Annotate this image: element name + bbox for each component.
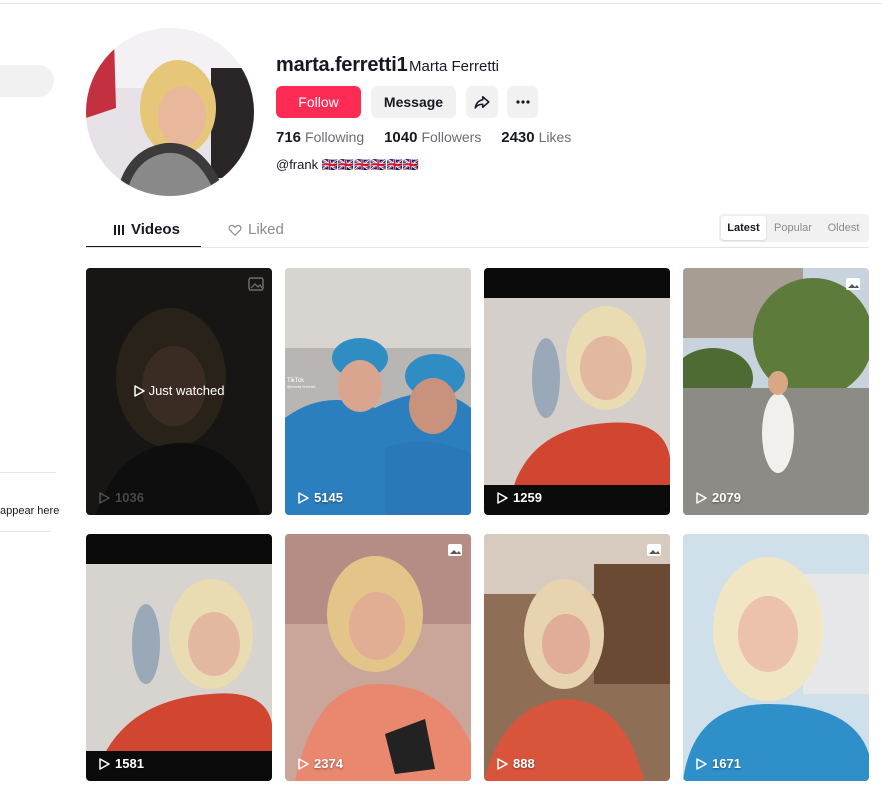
video-thumbnail [484, 268, 670, 515]
share-icon [474, 96, 490, 109]
view-count: 2374 [298, 756, 343, 771]
message-button[interactable]: Message [371, 86, 456, 118]
view-count-value: 2079 [712, 490, 741, 505]
share-button[interactable] [466, 86, 498, 118]
sort-oldest-button[interactable]: Oldest [820, 216, 867, 240]
liked-icon [228, 224, 242, 236]
video-card[interactable]: Just watched 1036 [86, 268, 272, 515]
view-count-value: 5145 [314, 490, 343, 505]
sidebar-divider [0, 531, 50, 532]
view-count-value: 1581 [115, 756, 144, 771]
profile-nickname: Marta Ferretti [409, 58, 500, 75]
tab-liked-label: Liked [248, 221, 284, 238]
profile-bio: @frank 🇬🇧🇬🇧🇬🇧🇬🇧🇬🇧🇬🇧 [276, 157, 419, 172]
view-count-value: 1259 [513, 490, 542, 505]
following-count: 716 [276, 129, 302, 146]
view-count: 2079 [696, 490, 741, 505]
likes-label: Likes [538, 129, 572, 145]
sort-latest-button[interactable]: Latest [721, 216, 766, 240]
play-icon [99, 757, 110, 770]
view-count: 1671 [696, 756, 741, 771]
video-thumbnail [683, 534, 869, 781]
sidebar-search-pill[interactable] [0, 65, 54, 97]
view-count: 1036 [99, 490, 144, 505]
just-watched-label: Just watched [148, 383, 225, 398]
tabs-divider [86, 247, 869, 248]
view-count-value: 1671 [712, 756, 741, 771]
profile-username: marta.ferretti1 [276, 54, 408, 76]
avatar[interactable] [86, 28, 254, 196]
more-icon [515, 100, 530, 104]
video-card[interactable]: 1581 [86, 534, 272, 781]
tiktok-watermark: TikTok @marta.ferretti1 [287, 378, 327, 389]
play-icon [696, 757, 707, 770]
tab-liked[interactable]: Liked [228, 221, 284, 238]
play-icon [298, 757, 309, 770]
video-card[interactable]: 2079 [683, 268, 869, 515]
more-options-button[interactable] [507, 86, 538, 118]
followers-label[interactable]: Followers [421, 129, 481, 145]
video-thumbnail [86, 534, 272, 781]
watermark-handle: @marta.ferretti1 [287, 384, 316, 389]
profile-stats: 716 Following 1040 Followers 2430 Likes [276, 129, 587, 146]
following-label[interactable]: Following [305, 129, 364, 145]
photo-icon [846, 278, 860, 290]
video-card[interactable]: 888 [484, 534, 670, 781]
play-icon [298, 491, 309, 504]
likes-count: 2430 [501, 129, 535, 146]
play-icon [133, 384, 145, 397]
sidebar-divider [0, 472, 56, 473]
just-watched-overlay: Just watched [86, 383, 272, 398]
tab-videos[interactable]: Videos [113, 221, 180, 238]
photo-icon [448, 544, 462, 556]
video-thumbnail [484, 534, 670, 781]
play-icon [99, 491, 110, 504]
video-thumbnail [285, 534, 471, 781]
view-count: 5145 [298, 490, 343, 505]
view-count: 1581 [99, 756, 144, 771]
video-card[interactable]: 1671 [683, 534, 869, 781]
view-count-value: 1036 [115, 490, 144, 505]
video-thumbnail [683, 268, 869, 515]
view-count: 1259 [497, 490, 542, 505]
grid-icon [114, 224, 124, 235]
view-count-value: 888 [513, 756, 535, 771]
top-divider [0, 3, 882, 4]
video-card[interactable]: 1259 [484, 268, 670, 515]
view-count: 888 [497, 756, 535, 771]
sidebar-hint-text: appear here [0, 505, 60, 517]
follow-button[interactable]: Follow [276, 86, 361, 118]
sort-switch: Latest Popular Oldest [719, 214, 869, 242]
video-thumbnail [285, 268, 471, 515]
followers-count: 1040 [384, 129, 418, 146]
video-card[interactable]: 2374 [285, 534, 471, 781]
video-card[interactable]: TikTok @marta.ferretti1 5145 [285, 268, 471, 515]
sort-popular-button[interactable]: Popular [769, 216, 817, 240]
tab-videos-label: Videos [131, 221, 180, 238]
photo-icon [647, 544, 661, 556]
play-icon [497, 757, 508, 770]
play-icon [497, 491, 508, 504]
play-icon [696, 491, 707, 504]
photo-icon [248, 277, 264, 291]
view-count-value: 2374 [314, 756, 343, 771]
